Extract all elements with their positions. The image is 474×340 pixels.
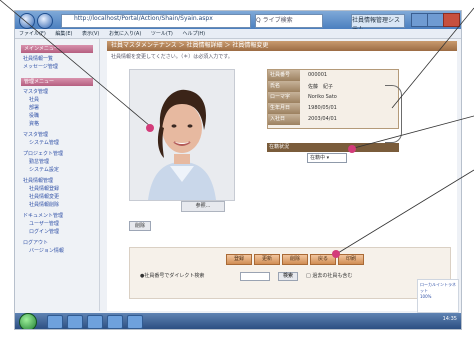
sidebar-item-settings[interactable]: システム設定 [29,166,91,173]
sidebar-item-project[interactable]: プロジェクト管理 [23,150,91,157]
print-button[interactable]: 印刷 [338,254,364,265]
sidebar-item-employee[interactable]: 社員 [29,96,91,103]
row-key: 社員番号 [268,70,300,81]
sidebar-item-register[interactable]: 社員情報登録 [29,185,91,192]
fields-bracket [385,85,402,143]
sidebar-item-employee-info[interactable]: 社員情報管理 [23,177,91,184]
sidebar-item-attendance[interactable]: 勤怠管理 [29,158,91,165]
status-zone: ローカルイントラネット 100% [417,279,459,313]
taskbar: 14:35 [15,313,461,329]
page-title: 社員マスタメンテナンス ＞ 社員情報詳細 ＞ 社員情報変更 [107,41,457,51]
menu-favorites[interactable]: お気に入り(A) [109,30,141,37]
browse-photo-button[interactable]: 参照... [181,201,225,212]
employee-info-table: 社員番号 000001 氏名 佐藤 紀子 ローマ字 Noriko Sato 生年… [267,69,399,129]
folder-icon[interactable] [67,315,83,329]
clock: 14:35 [442,316,457,322]
sidebar: メインメニュー 社員情報一覧 メッセージ管理 管理メニュー マスタ管理 社員 部… [15,39,100,311]
back-button[interactable] [19,13,35,29]
row-value[interactable]: 佐藤 紀子 [308,83,333,90]
browser-tab[interactable]: 社員情報管理システム [351,14,405,33]
sidebar-item-users[interactable]: ユーザー管理 [29,220,91,227]
sidebar-item-documents[interactable]: ドキュメント管理 [23,212,91,219]
page-subtitle: 社員情報を変更してください。（＊）は必須入力です。 [111,54,233,60]
include-past-checkbox[interactable]: □ 過去の社員も含む [306,272,352,279]
sidebar-item-delete[interactable]: 社員情報削除 [29,201,91,208]
table-row: 氏名 佐藤 紀子 [268,81,398,92]
row-key: 氏名 [268,81,300,92]
employee-number-input[interactable] [240,272,270,281]
sidebar-item-master[interactable]: マスタ管理 [23,88,91,95]
sidebar-section-admin: 管理メニュー [21,78,93,86]
address-text: http://localhost/Portal/Action/Shain/Sya… [74,15,213,22]
table-row: 社員番号 000001 [268,70,398,81]
status-select[interactable]: 在籍中 ▾ [307,153,347,163]
row-value[interactable]: Noriko Sato [308,94,337,100]
menu-view[interactable]: 表示(V) [82,30,99,37]
portrait-image [130,70,234,200]
sidebar-item-version[interactable]: バージョン情報 [29,247,91,254]
forward-button[interactable] [37,13,53,29]
title-bar: http://localhost/Portal/Action/Shain/Sya… [15,11,461,33]
sidebar-item-logout[interactable]: ログアウト [23,239,91,246]
register-button[interactable]: 登録 [226,254,252,265]
zoom-level[interactable]: 100% [420,294,456,299]
table-row: ローマ字 Noriko Sato [268,92,398,103]
search-input[interactable]: Q ライブ検索 [255,14,323,28]
table-row: 入社日 2003/04/01 [268,114,398,125]
zone-label: ローカルイントラネット [420,282,456,293]
menu-bar: ファイル(F) 編集(E) 表示(V) お気に入り(A) ツール(T) ヘルプ(… [15,29,461,39]
update-button[interactable]: 更新 [254,254,280,265]
row-value[interactable]: 2003/04/01 [308,116,337,122]
sidebar-item-login[interactable]: ログイン管理 [29,228,91,235]
direct-search-label: ●社員番号でダイレクト検索 [140,273,205,279]
status-bar-header: 在籍状況 [267,143,399,152]
row-key: 入社日 [268,114,300,125]
employee-photo [129,69,235,201]
main-panel: 社員マスタメンテナンス ＞ 社員情報詳細 ＞ 社員情報変更 社員情報を変更してく… [107,41,457,311]
sidebar-item-position[interactable]: 役職 [29,112,91,119]
sidebar-item-system[interactable]: システム管理 [29,139,91,146]
address-bar[interactable]: http://localhost/Portal/Action/Shain/Sya… [61,14,251,28]
network-icon[interactable] [127,315,143,329]
menu-edit[interactable]: 編集(E) [55,30,72,37]
row-value[interactable]: 1980/05/01 [308,105,337,111]
row-key: 生年月日 [268,103,300,114]
maximize-button[interactable] [427,13,444,27]
action-panel: 登録 更新 削除 戻る 印刷 ●社員番号でダイレクト検索 検索 □ 過去の社員も… [129,247,451,299]
sidebar-item-master-2[interactable]: マスタ管理 [23,131,91,138]
menu-help[interactable]: ヘルプ(H) [182,30,205,37]
browser-window: http://localhost/Portal/Action/Shain/Sya… [14,10,462,330]
menu-file[interactable]: ファイル(F) [19,30,46,37]
row-value[interactable]: 000001 [308,72,327,78]
direct-search-button[interactable]: 検索 [278,272,298,281]
row-key: ローマ字 [268,92,300,103]
delete-photo-button[interactable]: 削除 [129,221,151,231]
menu-tools[interactable]: ツール(T) [151,30,173,37]
minimize-button[interactable] [411,13,428,27]
sidebar-item-department[interactable]: 部署 [29,104,91,111]
start-button[interactable] [19,313,37,329]
sidebar-item-qualification[interactable]: 資格 [29,120,91,127]
search-placeholder: Q ライブ検索 [256,17,293,24]
close-button[interactable] [443,13,460,27]
app-icon[interactable] [107,315,123,329]
media-icon[interactable] [87,315,103,329]
sidebar-section-main: メインメニュー [21,45,93,53]
delete-button[interactable]: 削除 [282,254,308,265]
ie-icon[interactable] [47,315,63,329]
sidebar-item-messages[interactable]: メッセージ管理 [23,63,91,70]
table-row: 生年月日 1980/05/01 [268,103,398,114]
sidebar-item-employee-list[interactable]: 社員情報一覧 [23,55,91,62]
sidebar-item-change[interactable]: 社員情報変更 [29,193,91,200]
back-button[interactable]: 戻る [310,254,336,265]
